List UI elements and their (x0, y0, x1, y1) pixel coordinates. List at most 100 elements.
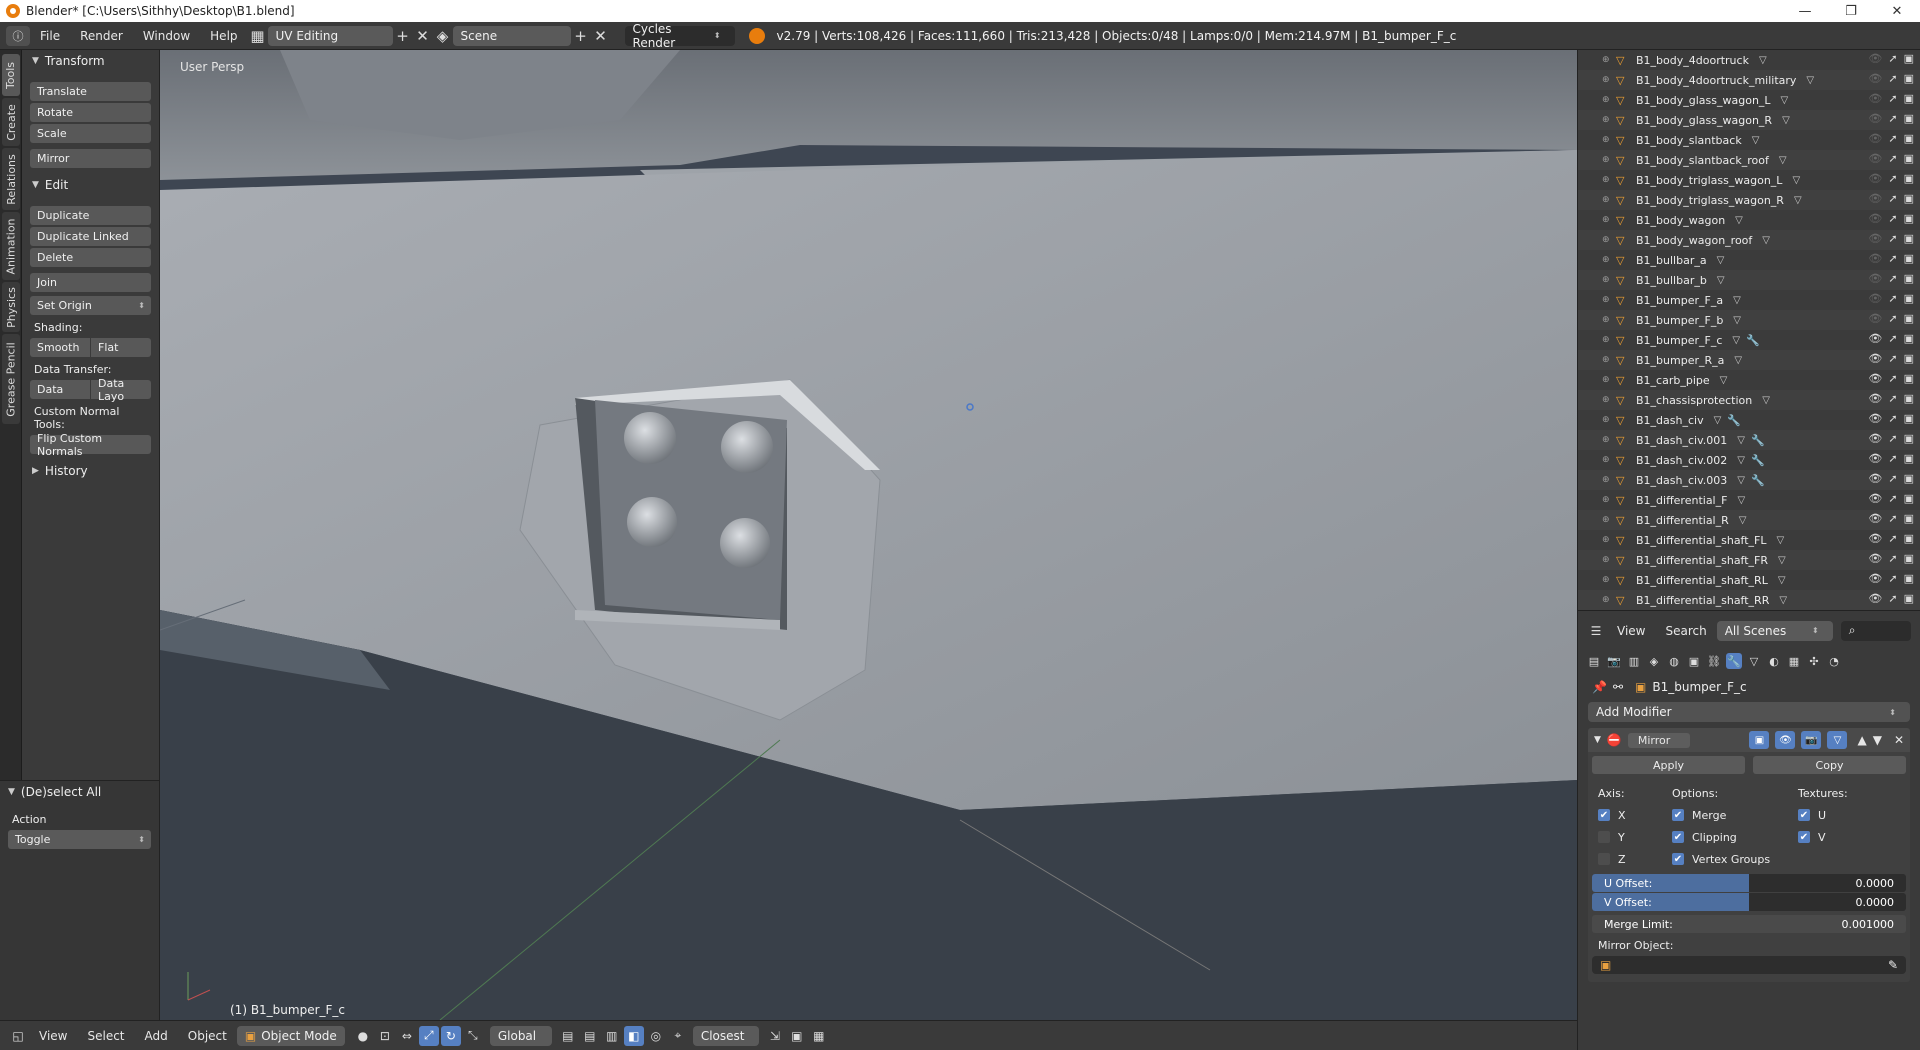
outliner-row[interactable]: ⊕ ▽ B1_chassisprotection ▽ 👁 ➚ ▣ (1578, 390, 1920, 410)
visibility-eye-icon[interactable]: 👁 (1868, 552, 1882, 565)
renderable-camera-icon[interactable]: ▣ (1904, 252, 1914, 265)
visibility-eye-icon[interactable]: 👁 (1868, 572, 1882, 585)
outliner-row[interactable]: ⊕ ▽ B1_bullbar_b ▽ 👁 ➚ ▣ (1578, 270, 1920, 290)
pin-icon[interactable]: 📌 (1592, 680, 1607, 694)
move-up-icon[interactable]: ▲ (1857, 733, 1866, 747)
constraints-tab-icon[interactable]: ⛓ (1706, 653, 1722, 669)
screen-layout-field[interactable]: UV Editing (267, 25, 393, 46)
u-offset-slider[interactable]: U Offset: 0.0000 (1592, 874, 1906, 892)
outliner-row[interactable]: ⊕ ▽ B1_bumper_F_b ▽ 👁 ➚ ▣ (1578, 310, 1920, 330)
tab-relations[interactable]: Relations (2, 148, 20, 210)
operator-panel-header[interactable]: ▼ (De)select All (0, 781, 159, 803)
object-menu[interactable]: Object (178, 1029, 237, 1043)
modifiers-tab-icon[interactable]: 🔧 (1726, 653, 1742, 669)
renderable-camera-icon[interactable]: ▣ (1904, 312, 1914, 325)
expand-icon[interactable]: ⊕ (1602, 175, 1612, 185)
outliner-row[interactable]: ⊕ ▽ B1_bullbar_a ▽ 👁 ➚ ▣ (1578, 250, 1920, 270)
data-tab-icon[interactable]: ▽ (1746, 653, 1762, 669)
selectable-cursor-icon[interactable]: ➚ (1888, 552, 1897, 565)
outliner-row[interactable]: ⊕ ▽ B1_carb_pipe ▽ 👁 ➚ ▣ (1578, 370, 1920, 390)
collapse-triangle-icon[interactable]: ▼ (1594, 735, 1601, 745)
set-origin-dropdown[interactable]: Set Origin ⬍ (30, 296, 151, 315)
smooth-button[interactable]: Smooth (30, 338, 90, 357)
expand-icon[interactable]: ⊕ (1602, 555, 1612, 565)
visibility-eye-icon[interactable]: 👁 (1868, 152, 1882, 165)
visibility-eye-icon[interactable]: 👁 (1868, 112, 1882, 125)
outliner-row[interactable]: ⊕ ▽ B1_differential_R ▽ 👁 ➚ ▣ (1578, 510, 1920, 530)
proportional-edit-icon[interactable]: ◎ (646, 1026, 666, 1046)
selectable-cursor-icon[interactable]: ➚ (1888, 592, 1897, 605)
tab-tools[interactable]: Tools (2, 54, 20, 96)
cage-toggle-icon[interactable]: ▽ (1827, 731, 1848, 749)
texture-tab-icon[interactable]: ▦ (1786, 653, 1802, 669)
expand-icon[interactable]: ⊕ (1602, 395, 1612, 405)
axis-x-checkbox[interactable]: ✔ X (1598, 804, 1672, 826)
outliner-row[interactable]: ⊕ ▽ B1_differential_F ▽ 👁 ➚ ▣ (1578, 490, 1920, 510)
data-transfer-button[interactable]: Data (30, 380, 90, 399)
outliner-row[interactable]: ⊕ ▽ B1_dash_civ.003 ▽ 🔧 👁 ➚ ▣ (1578, 470, 1920, 490)
menu-render[interactable]: Render (70, 29, 133, 43)
expand-icon[interactable]: ⊕ (1602, 315, 1612, 325)
merge-checkbox[interactable]: ✔ Merge (1672, 804, 1798, 826)
expand-icon[interactable]: ⊕ (1602, 235, 1612, 245)
scale-manipulator-icon[interactable]: ⤡ (463, 1026, 483, 1046)
axis-y-checkbox[interactable]: Y (1598, 826, 1672, 848)
tab-create[interactable]: Create (2, 98, 20, 146)
render-engine-select[interactable]: Cycles Render ⬍ (624, 22, 735, 50)
renderable-camera-icon[interactable]: ▣ (1904, 152, 1914, 165)
visibility-eye-icon[interactable]: 👁 (1868, 492, 1882, 505)
selectable-cursor-icon[interactable]: ➚ (1888, 112, 1897, 125)
minimize-button[interactable]: — (1782, 0, 1828, 22)
maximize-button[interactable]: ❐ (1828, 0, 1874, 22)
expand-icon[interactable]: ⊕ (1602, 455, 1612, 465)
rotate-button[interactable]: Rotate (30, 103, 151, 122)
renderable-camera-icon[interactable]: ▣ (1904, 292, 1914, 305)
outliner-row[interactable]: ⊕ ▽ B1_differential_shaft_RL ▽ 👁 ➚ ▣ (1578, 570, 1920, 590)
selectable-cursor-icon[interactable]: ➚ (1888, 192, 1897, 205)
visibility-eye-icon[interactable]: 👁 (1868, 232, 1882, 245)
visibility-eye-icon[interactable]: 👁 (1868, 212, 1882, 225)
move-down-icon[interactable]: ▼ (1873, 733, 1882, 747)
outliner-display-mode[interactable]: All Scenes ⬍ (1716, 620, 1833, 641)
renderable-camera-icon[interactable]: ▣ (1904, 592, 1914, 605)
particles-tab-icon[interactable]: ✣ (1806, 653, 1822, 669)
renderable-camera-icon[interactable]: ▣ (1904, 512, 1914, 525)
selectable-cursor-icon[interactable]: ➚ (1888, 52, 1897, 65)
material-tab-icon[interactable]: ◐ (1766, 653, 1782, 669)
close-window-button[interactable]: ✕ (1874, 0, 1920, 22)
renderable-camera-icon[interactable]: ▣ (1904, 392, 1914, 405)
renderable-camera-icon[interactable]: ▣ (1904, 232, 1914, 245)
renderable-camera-icon[interactable]: ▣ (1904, 172, 1914, 185)
selectable-cursor-icon[interactable]: ➚ (1888, 212, 1897, 225)
physics-tab-icon[interactable]: ◔ (1826, 653, 1842, 669)
expand-icon[interactable]: ⊕ (1602, 575, 1612, 585)
visibility-eye-icon[interactable]: 👁 (1868, 512, 1882, 525)
visibility-eye-icon[interactable]: 👁 (1868, 72, 1882, 85)
join-button[interactable]: Join (30, 273, 151, 292)
translate-manipulator-icon[interactable]: ⤢ (418, 1025, 439, 1046)
outliner-search-input[interactable]: ⌕ (1840, 620, 1911, 641)
snap-toggle-icon[interactable]: ⌖ (668, 1026, 688, 1046)
render-preview-icon[interactable]: ▣ (787, 1026, 807, 1046)
expand-icon[interactable]: ⊕ (1602, 255, 1612, 265)
editmode-toggle-icon[interactable]: ▣ (1749, 731, 1770, 749)
vertex-groups-checkbox[interactable]: ✔ Vertex Groups (1672, 848, 1798, 870)
outliner-view-menu[interactable]: View (1607, 624, 1655, 638)
visibility-eye-icon[interactable]: 👁 (1868, 432, 1882, 445)
expand-icon[interactable]: ⊕ (1602, 335, 1612, 345)
outliner-row[interactable]: ⊕ ▽ B1_body_slantback ▽ 👁 ➚ ▣ (1578, 130, 1920, 150)
selectable-cursor-icon[interactable]: ➚ (1888, 452, 1897, 465)
visibility-eye-icon[interactable]: 👁 (1868, 272, 1882, 285)
tab-animation[interactable]: Animation (2, 212, 20, 280)
outliner-row[interactable]: ⊕ ▽ B1_dash_civ.001 ▽ 🔧 👁 ➚ ▣ (1578, 430, 1920, 450)
selectable-cursor-icon[interactable]: ➚ (1888, 252, 1897, 265)
expand-icon[interactable]: ⊕ (1602, 55, 1612, 65)
outliner-row[interactable]: ⊕ ▽ B1_body_glass_wagon_L ▽ 👁 ➚ ▣ (1578, 90, 1920, 110)
renderable-camera-icon[interactable]: ▣ (1904, 112, 1914, 125)
mirror-button[interactable]: Mirror (30, 149, 151, 168)
expand-icon[interactable]: ⊕ (1602, 375, 1612, 385)
outliner-row[interactable]: ⊕ ▽ B1_body_triglass_wagon_L ▽ 👁 ➚ ▣ (1578, 170, 1920, 190)
selectable-cursor-icon[interactable]: ➚ (1888, 492, 1897, 505)
outliner-row[interactable]: ⊕ ▽ B1_bumper_R_a ▽ 👁 ➚ ▣ (1578, 350, 1920, 370)
editor-type-icon[interactable]: ◱ (8, 1026, 28, 1046)
